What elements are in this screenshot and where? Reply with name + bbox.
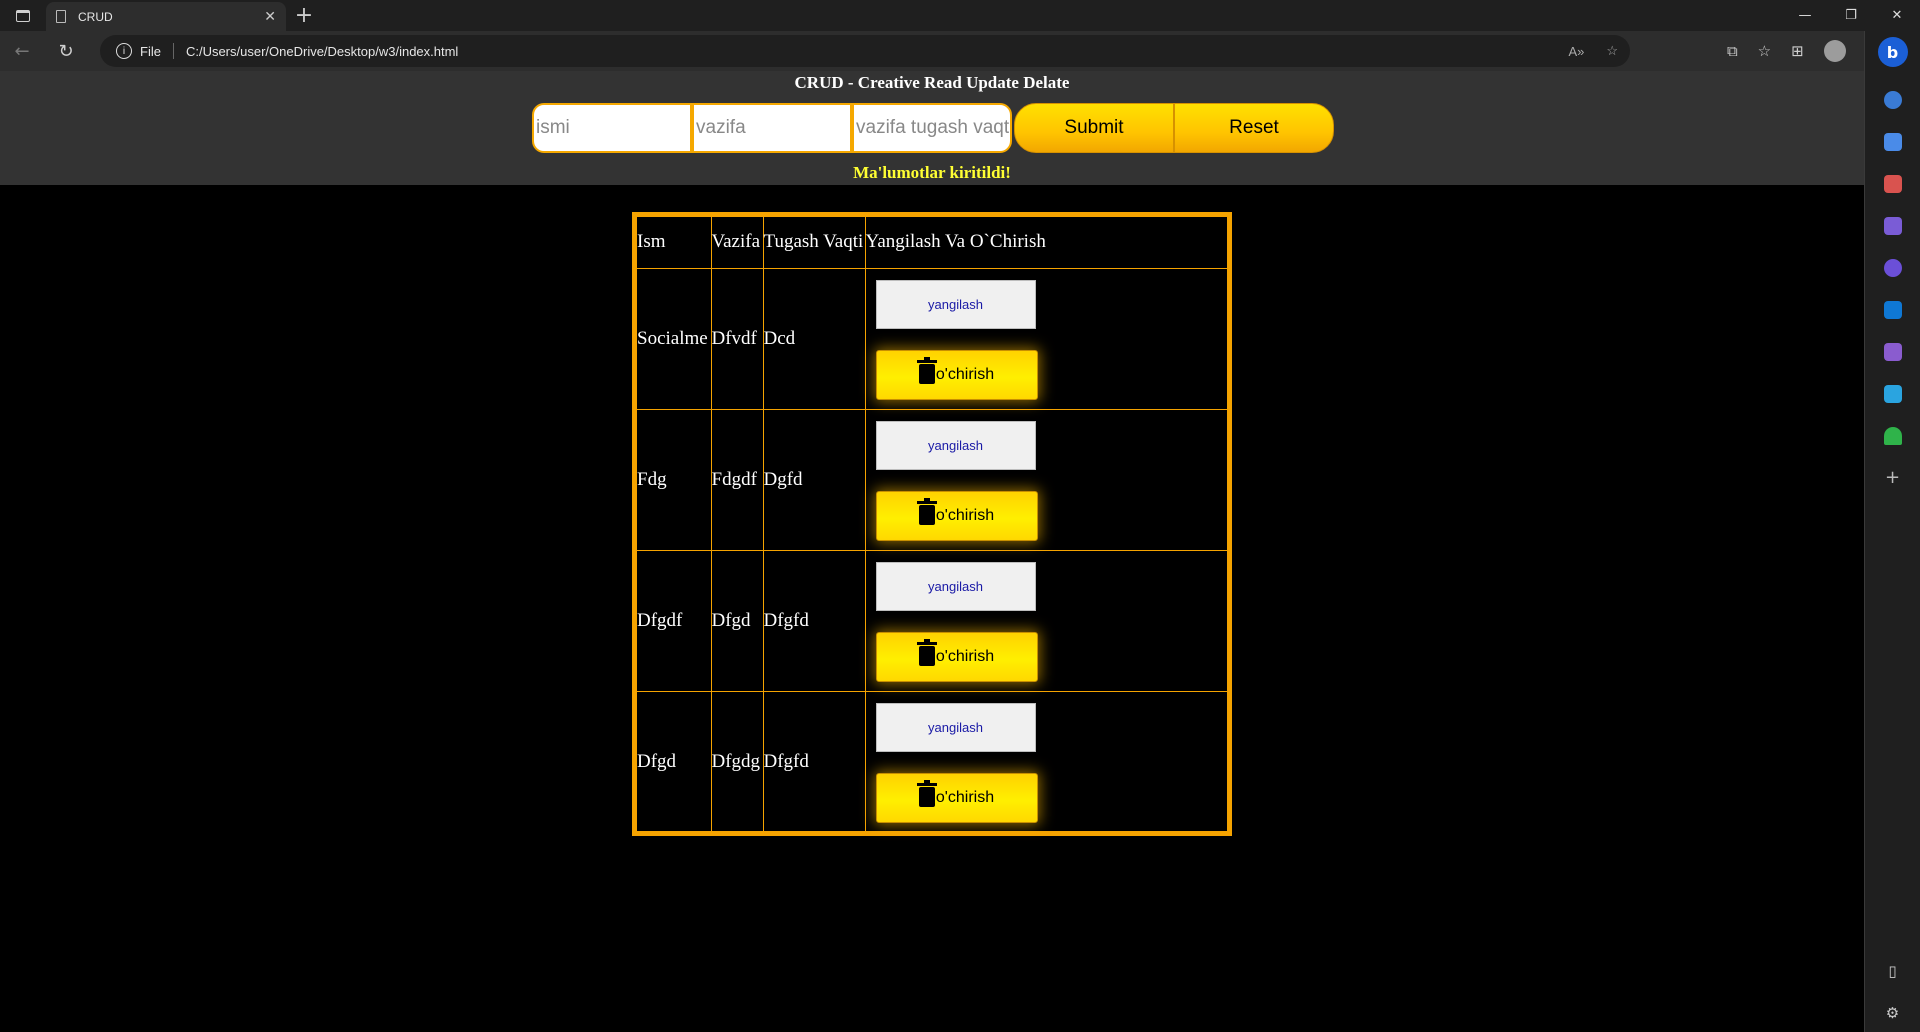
update-button[interactable]: yangilash (875, 420, 1036, 470)
address-toolbar: ← ↻ i File C:/Users/user/OneDrive/Deskto… (0, 31, 1920, 71)
delete-label: o'chirish (935, 647, 995, 665)
cell-actions: yangilash o'chirish (864, 549, 1227, 692)
new-tab-button[interactable]: + (286, 0, 322, 31)
name-input[interactable] (532, 103, 692, 153)
sidebar-toggle-icon[interactable]: ▯ (1888, 962, 1896, 980)
update-button[interactable]: yangilash (875, 561, 1036, 611)
entry-form: Submit Reset (532, 103, 1334, 153)
close-window-button[interactable]: ✕ (1874, 0, 1920, 31)
reset-button[interactable]: Reset (1174, 103, 1334, 153)
designer-icon[interactable] (1883, 343, 1902, 361)
games-icon[interactable] (1883, 217, 1902, 235)
bing-chat-icon[interactable]: b (1877, 37, 1908, 67)
cell-ism: Dfgd (637, 690, 712, 832)
header-tugash-vaqti: Tugash Vaqti (762, 217, 866, 269)
cell-vaqt: Dfgfd (762, 690, 866, 832)
shopping-icon[interactable] (1883, 133, 1902, 151)
page-viewport: CRUD - Creative Read Update Delate Submi… (0, 71, 1864, 1032)
tasks-table-container: Ism Vazifa Tugash Vaqti Yangilash Va O`C… (632, 212, 1232, 836)
drop-icon[interactable] (1883, 385, 1902, 403)
file-label: File (140, 43, 161, 59)
add-sidebar-app-icon[interactable]: + (1885, 467, 1900, 488)
tab-actions-icon (16, 9, 30, 22)
update-button[interactable]: yangilash (875, 279, 1036, 329)
delete-label: o'chirish (935, 506, 995, 524)
trash-icon (916, 497, 937, 525)
address-bar[interactable]: i File C:/Users/user/OneDrive/Desktop/w3… (100, 35, 1630, 67)
window-controls: — ❐ ✕ (1782, 0, 1920, 31)
cell-ism: Socialme (637, 267, 712, 410)
info-icon[interactable]: i (116, 43, 132, 59)
cell-vaqt: Dcd (762, 267, 866, 410)
refresh-button[interactable]: ↻ (44, 31, 88, 71)
outlook-icon[interactable] (1883, 301, 1902, 319)
tab-crud[interactable]: CRUD ✕ (46, 2, 286, 31)
restore-button[interactable]: ❐ (1828, 0, 1874, 31)
tab-strip: CRUD ✕ + — ❐ ✕ (0, 0, 1920, 31)
tasks-table: Ism Vazifa Tugash Vaqti Yangilash Va O`C… (637, 217, 1227, 832)
microsoft365-icon[interactable] (1883, 259, 1902, 277)
trash-icon (916, 356, 937, 384)
cell-vazifa: Fdgdf (710, 408, 764, 551)
search-icon[interactable] (1883, 91, 1902, 109)
header-actions: Yangilash Va O`Chirish (864, 217, 1227, 269)
task-input[interactable] (692, 103, 852, 153)
cell-ism: Fdg (637, 408, 712, 551)
cell-vaqt: Dgfd (762, 408, 866, 551)
delete-button[interactable]: o'chirish (875, 772, 1038, 823)
status-message: Ma'lumotlar kiritildi! (853, 163, 1011, 182)
submit-button[interactable]: Submit (1014, 103, 1174, 153)
table-row: Fdg Fdgdf Dgfd yangilash o'chirish (637, 408, 1227, 551)
tab-title: CRUD (78, 9, 113, 24)
favorites-icon[interactable]: ☆ (1758, 42, 1771, 60)
cell-vazifa: Dfvdf (710, 267, 764, 410)
cell-vazifa: Dfgd (710, 549, 764, 692)
table-header-row: Ism Vazifa Tugash Vaqti Yangilash Va O`C… (637, 217, 1227, 269)
table-row: Dfgd Dfgdg Dfgfd yangilash o'chirish (637, 690, 1227, 832)
divider (172, 43, 174, 59)
deadline-input[interactable] (852, 103, 1012, 153)
delete-button[interactable]: o'chirish (875, 631, 1038, 682)
table-row: Socialme Dfvdf Dcd yangilash o'chirish (637, 267, 1227, 410)
minimize-button[interactable]: — (1782, 0, 1828, 31)
page-title: CRUD - Creative Read Update Delate (794, 73, 1070, 92)
trash-icon (916, 638, 937, 666)
read-aloud-icon[interactable]: A» (1568, 44, 1584, 59)
collections-icon[interactable]: ⊞ (1791, 42, 1804, 60)
delete-button[interactable]: o'chirish (875, 349, 1038, 400)
update-button[interactable]: yangilash (875, 702, 1036, 752)
cell-ism: Dfgdf (637, 549, 712, 692)
delete-button[interactable]: o'chirish (875, 490, 1038, 541)
cell-actions: yangilash o'chirish (864, 690, 1227, 832)
extensions-icon[interactable]: ⧉ (1727, 42, 1738, 60)
page-header: CRUD - Creative Read Update Delate Submi… (0, 71, 1864, 185)
cell-vaqt: Dfgfd (762, 549, 866, 692)
document-icon (56, 10, 66, 23)
table-row: Dfgdf Dfgd Dfgfd yangilash o'chirish (637, 549, 1227, 692)
delete-label: o'chirish (935, 365, 995, 383)
close-tab-icon[interactable]: ✕ (264, 9, 276, 25)
add-favorite-icon[interactable]: ☆ (1606, 43, 1618, 59)
tab-actions-button[interactable] (0, 0, 46, 31)
settings-gear-icon[interactable]: ⚙ (1886, 1004, 1899, 1022)
back-button[interactable]: ← (0, 31, 44, 71)
tree-icon[interactable] (1883, 427, 1902, 445)
cell-actions: yangilash o'chirish (864, 408, 1227, 551)
cell-vazifa: Dfgdg (710, 690, 764, 832)
delete-label: o'chirish (935, 788, 995, 806)
cell-actions: yangilash o'chirish (864, 267, 1227, 410)
trash-icon (916, 779, 937, 807)
edge-sidebar: b + ▯ ⚙ (1864, 31, 1920, 1032)
url-text[interactable]: C:/Users/user/OneDrive/Desktop/w3/index.… (186, 44, 458, 59)
profile-avatar[interactable] (1823, 40, 1846, 62)
header-vazifa: Vazifa (710, 217, 764, 269)
tools-icon[interactable] (1883, 175, 1902, 193)
header-ism: Ism (637, 217, 712, 269)
